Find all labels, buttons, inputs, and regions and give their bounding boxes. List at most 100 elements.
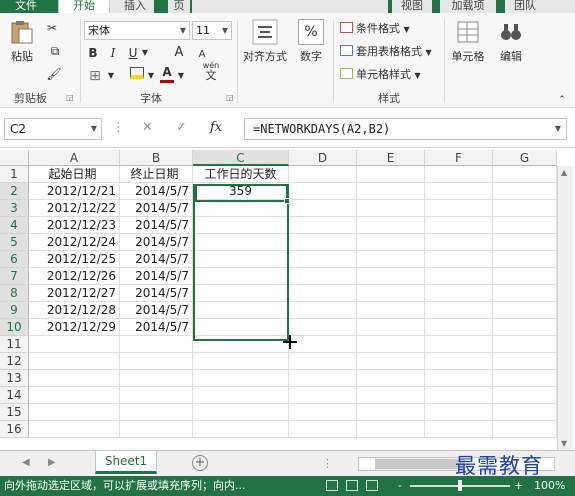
tab-file[interactable]: 文件 bbox=[0, 0, 52, 13]
cell-f5[interactable] bbox=[425, 234, 493, 251]
cell-a9[interactable]: 2012/12/28 bbox=[29, 302, 120, 319]
column-header-d[interactable]: D bbox=[289, 150, 357, 166]
cell-g9[interactable] bbox=[493, 302, 557, 319]
cell-b9[interactable]: 2014/5/7 bbox=[120, 302, 193, 319]
cell-f4[interactable] bbox=[425, 217, 493, 234]
cell-a4[interactable]: 2012/12/23 bbox=[29, 217, 120, 234]
cell-a5[interactable]: 2012/12/24 bbox=[29, 234, 120, 251]
cell-g5[interactable] bbox=[493, 234, 557, 251]
tab-insert[interactable]: 插入 bbox=[116, 0, 154, 13]
cell-b7[interactable]: 2014/5/7 bbox=[120, 268, 193, 285]
cell-g2[interactable] bbox=[493, 183, 557, 200]
cell-b4[interactable]: 2014/5/7 bbox=[120, 217, 193, 234]
phonetic-button[interactable]: wén 文 bbox=[200, 61, 222, 81]
cell-f15[interactable] bbox=[425, 404, 493, 421]
cell-b2[interactable]: 2014/5/7 bbox=[120, 183, 193, 200]
cell-a14[interactable] bbox=[29, 387, 120, 404]
sheet-tab-sheet1[interactable]: Sheet1 bbox=[95, 451, 157, 474]
cell-c10[interactable] bbox=[193, 319, 289, 336]
row-header-14[interactable]: 14 bbox=[0, 387, 29, 404]
row-header-3[interactable]: 3 bbox=[0, 200, 29, 217]
cell-b15[interactable] bbox=[120, 404, 193, 421]
row-header-13[interactable]: 13 bbox=[0, 370, 29, 387]
format-painter-icon[interactable]: 🖌 bbox=[44, 65, 64, 83]
cell-d12[interactable] bbox=[289, 353, 357, 370]
underline-button[interactable]: U bbox=[126, 44, 140, 62]
row-header-2[interactable]: 2 bbox=[0, 183, 29, 200]
cell-a10[interactable]: 2012/12/29 bbox=[29, 319, 120, 336]
cell-b8[interactable]: 2014/5/7 bbox=[120, 285, 193, 302]
fill-handle[interactable] bbox=[284, 198, 290, 204]
cell-e11[interactable] bbox=[357, 336, 425, 353]
cell-f6[interactable] bbox=[425, 251, 493, 268]
cell-b6[interactable]: 2014/5/7 bbox=[120, 251, 193, 268]
cell-c4[interactable] bbox=[193, 217, 289, 234]
cell-f7[interactable] bbox=[425, 268, 493, 285]
cell-a11[interactable] bbox=[29, 336, 120, 353]
cell-d5[interactable] bbox=[289, 234, 357, 251]
prev-sheet-icon[interactable]: ◀ bbox=[22, 457, 30, 468]
column-header-f[interactable]: F bbox=[425, 150, 493, 166]
cell-c6[interactable] bbox=[193, 251, 289, 268]
cell-c11[interactable] bbox=[193, 336, 289, 353]
cell-e15[interactable] bbox=[357, 404, 425, 421]
tab-view[interactable]: 视图 bbox=[392, 0, 432, 13]
cell-g11[interactable] bbox=[493, 336, 557, 353]
cell-d9[interactable] bbox=[289, 302, 357, 319]
cell-f16[interactable] bbox=[425, 421, 493, 438]
cell-g15[interactable] bbox=[493, 404, 557, 421]
cell-e8[interactable] bbox=[357, 285, 425, 302]
italic-button[interactable]: I bbox=[106, 44, 120, 62]
row-header-1[interactable]: 1 bbox=[0, 166, 29, 183]
cell-d13[interactable] bbox=[289, 370, 357, 387]
cell-g16[interactable] bbox=[493, 421, 557, 438]
row-header-12[interactable]: 12 bbox=[0, 353, 29, 370]
cell-b12[interactable] bbox=[120, 353, 193, 370]
cell-b5[interactable]: 2014/5/7 bbox=[120, 234, 193, 251]
clipboard-launcher-icon[interactable]: ◲ bbox=[66, 93, 74, 102]
formula-input[interactable]: =NETWORKDAYS(A2,B2) ▼ bbox=[244, 118, 567, 140]
cell-d14[interactable] bbox=[289, 387, 357, 404]
cell-c2[interactable]: 359 bbox=[193, 183, 289, 200]
format-as-table-button[interactable]: 套用表格格式 ▼ bbox=[340, 44, 432, 61]
cell-d2[interactable] bbox=[289, 183, 357, 200]
cell-styles-button[interactable]: 单元格样式 ▼ bbox=[340, 67, 421, 84]
paste-button[interactable]: 粘贴 bbox=[6, 19, 38, 64]
cell-e3[interactable] bbox=[357, 200, 425, 217]
cell-e12[interactable] bbox=[357, 353, 425, 370]
cell-g12[interactable] bbox=[493, 353, 557, 370]
cell-a3[interactable]: 2012/12/22 bbox=[29, 200, 120, 217]
cell-f1[interactable] bbox=[425, 166, 493, 183]
row-header-10[interactable]: 10 bbox=[0, 319, 29, 336]
cell-b14[interactable] bbox=[120, 387, 193, 404]
cell-c1[interactable]: 工作日的天数 bbox=[193, 166, 289, 183]
enter-icon[interactable]: ✓ bbox=[176, 120, 187, 135]
cell-e14[interactable] bbox=[357, 387, 425, 404]
cell-g1[interactable] bbox=[493, 166, 557, 183]
cell-d6[interactable] bbox=[289, 251, 357, 268]
cell-d7[interactable] bbox=[289, 268, 357, 285]
zoom-slider-knob[interactable] bbox=[458, 480, 462, 491]
cell-d4[interactable] bbox=[289, 217, 357, 234]
tab-split-handle-icon[interactable]: ⋮ bbox=[322, 457, 333, 470]
cell-b3[interactable]: 2014/5/7 bbox=[120, 200, 193, 217]
row-header-7[interactable]: 7 bbox=[0, 268, 29, 285]
cell-f10[interactable] bbox=[425, 319, 493, 336]
cell-g4[interactable] bbox=[493, 217, 557, 234]
cell-c13[interactable] bbox=[193, 370, 289, 387]
cell-f2[interactable] bbox=[425, 183, 493, 200]
grow-font-button[interactable]: A bbox=[172, 44, 186, 62]
cell-f8[interactable] bbox=[425, 285, 493, 302]
page-break-view-icon[interactable] bbox=[366, 480, 378, 491]
cell-b16[interactable] bbox=[120, 421, 193, 438]
cell-e13[interactable] bbox=[357, 370, 425, 387]
cell-b10[interactable]: 2014/5/7 bbox=[120, 319, 193, 336]
tab-team[interactable]: 团队 bbox=[505, 0, 545, 13]
name-box[interactable]: C2 ▼ bbox=[4, 118, 102, 140]
column-header-g[interactable]: G bbox=[493, 150, 557, 166]
row-header-16[interactable]: 16 bbox=[0, 421, 29, 438]
cell-c9[interactable] bbox=[193, 302, 289, 319]
cell-a15[interactable] bbox=[29, 404, 120, 421]
cell-d8[interactable] bbox=[289, 285, 357, 302]
cell-g14[interactable] bbox=[493, 387, 557, 404]
